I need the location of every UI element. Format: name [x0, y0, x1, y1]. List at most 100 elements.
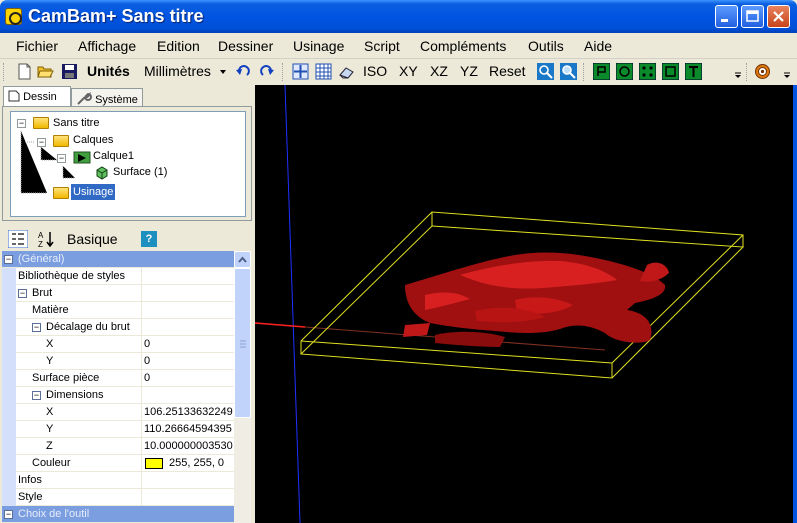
- collapse-toggle-icon[interactable]: −: [17, 119, 26, 128]
- property-row[interactable]: Infos: [2, 472, 234, 489]
- menu-script[interactable]: Script: [364, 38, 400, 54]
- page-icon: [8, 90, 20, 102]
- property-value[interactable]: 0: [144, 355, 234, 367]
- tree-node-surface[interactable]: Surface (1): [113, 164, 167, 180]
- property-name: Y: [46, 355, 54, 367]
- property-value[interactable]: 106.25133632249: [144, 406, 234, 418]
- tree-node-usinage[interactable]: Usinage: [71, 184, 116, 200]
- undo-icon[interactable]: [235, 63, 252, 80]
- collapse-toggle-icon[interactable]: −: [32, 391, 41, 400]
- folder-icon: [53, 135, 69, 147]
- scroll-up-button[interactable]: [234, 251, 251, 268]
- toolbar-grip[interactable]: [746, 63, 749, 81]
- units-select[interactable]: Millimètres: [144, 63, 211, 79]
- save-icon[interactable]: [61, 63, 78, 80]
- property-row[interactable]: − Brut: [2, 285, 234, 302]
- property-value[interactable]: 0: [144, 338, 234, 350]
- category-tool-choice[interactable]: − Choix de l'outil: [2, 506, 234, 523]
- zoom-fit-icon[interactable]: [537, 63, 554, 80]
- text-icon[interactable]: [685, 63, 702, 80]
- points-icon[interactable]: [639, 63, 656, 80]
- view-xy-button[interactable]: XY: [399, 63, 418, 79]
- open-folder-icon[interactable]: [37, 63, 54, 80]
- toolbar-overflow-icon[interactable]: [733, 63, 743, 80]
- basic-view-button[interactable]: Basique: [67, 231, 118, 247]
- menu-affichage[interactable]: Affichage: [78, 38, 136, 54]
- category-general[interactable]: − (Général): [2, 251, 234, 268]
- main-toolbar: Unités Millimètres ISO XY XZ YZ Reset: [0, 59, 797, 85]
- machining-target-icon[interactable]: [754, 63, 771, 80]
- property-value[interactable]: 10.000000003530: [144, 440, 234, 452]
- property-row[interactable]: Y 110.26664594395: [2, 421, 234, 438]
- collapse-toggle-icon[interactable]: −: [4, 510, 13, 519]
- folder-icon: [53, 187, 69, 199]
- property-row[interactable]: Surface pièce 0: [2, 370, 234, 387]
- collapse-toggle-icon[interactable]: −: [4, 255, 13, 264]
- property-value[interactable]: 110.26664594395: [144, 423, 234, 435]
- eraser-icon[interactable]: [338, 63, 355, 80]
- property-row[interactable]: Matière: [2, 302, 234, 319]
- property-row[interactable]: − Dimensions: [2, 387, 234, 404]
- new-file-icon[interactable]: [16, 63, 33, 80]
- redo-icon[interactable]: [258, 63, 275, 80]
- view-reset-button[interactable]: Reset: [489, 63, 526, 79]
- window-title: CamBam+ Sans titre: [28, 6, 204, 26]
- property-row[interactable]: Style: [2, 489, 234, 506]
- tab-dessin[interactable]: Dessin: [3, 86, 71, 106]
- tab-dessin-label: Dessin: [23, 91, 57, 103]
- property-row[interactable]: X 0: [2, 336, 234, 353]
- minimize-button[interactable]: [715, 5, 738, 28]
- collapse-toggle-icon[interactable]: −: [18, 289, 27, 298]
- property-row[interactable]: Y 0: [2, 353, 234, 370]
- collapse-toggle-icon[interactable]: −: [57, 154, 66, 163]
- tree-node-calques[interactable]: Calques: [73, 132, 113, 148]
- toolbar-grip[interactable]: [282, 63, 285, 81]
- toolbar-overflow-icon[interactable]: [782, 63, 792, 80]
- property-value[interactable]: 0: [144, 372, 234, 384]
- property-row[interactable]: X 106.25133632249: [2, 404, 234, 421]
- rectangle-icon[interactable]: [662, 63, 679, 80]
- menu-dessiner[interactable]: Dessiner: [218, 38, 273, 54]
- property-row[interactable]: Bibliothèque de styles: [2, 268, 234, 285]
- zoom-icon[interactable]: [560, 63, 577, 80]
- collapse-toggle-icon[interactable]: −: [37, 138, 46, 147]
- 3d-viewport[interactable]: [255, 85, 793, 523]
- tree-node-sans-titre[interactable]: Sans titre: [53, 115, 99, 131]
- grip-lines-icon: [240, 340, 246, 348]
- cambam-app-icon[interactable]: [5, 8, 22, 25]
- maximize-button[interactable]: [741, 5, 764, 28]
- view-iso-button[interactable]: ISO: [363, 63, 387, 79]
- scroll-thumb[interactable]: [234, 268, 251, 418]
- help-button[interactable]: ?: [141, 231, 157, 247]
- folder-icon: [33, 117, 49, 129]
- property-row[interactable]: Z 10.000000003530: [2, 438, 234, 455]
- property-name: Décalage du brut: [46, 321, 130, 333]
- view-yz-button[interactable]: YZ: [460, 63, 478, 79]
- property-row[interactable]: Couleur 255, 255, 0: [2, 455, 234, 472]
- property-row[interactable]: − Décalage du brut: [2, 319, 234, 336]
- property-value[interactable]: 255, 255, 0: [169, 457, 233, 469]
- toolbar-grip[interactable]: [3, 63, 6, 81]
- property-grid-scrollbar[interactable]: [234, 251, 251, 523]
- snap-origin-icon[interactable]: [292, 63, 309, 80]
- grid-icon[interactable]: [315, 63, 332, 80]
- tab-systeme[interactable]: Système: [71, 88, 143, 106]
- view-xz-button[interactable]: XZ: [430, 63, 448, 79]
- property-name: Bibliothèque de styles: [18, 270, 126, 282]
- categorized-view-icon[interactable]: [8, 230, 28, 248]
- menu-usinage[interactable]: Usinage: [293, 38, 344, 54]
- circle-icon[interactable]: [616, 63, 633, 80]
- menu-outils[interactable]: Outils: [528, 38, 564, 54]
- polyline-icon[interactable]: [593, 63, 610, 80]
- menu-aide[interactable]: Aide: [584, 38, 612, 54]
- menu-fichier[interactable]: Fichier: [16, 38, 58, 54]
- collapse-toggle-icon[interactable]: −: [32, 323, 41, 332]
- sort-alphabetical-icon[interactable]: AZ: [37, 230, 57, 248]
- toolbar-grip[interactable]: [583, 63, 586, 81]
- menu-edition[interactable]: Edition: [157, 38, 200, 54]
- tree-node-calque1[interactable]: Calque1: [93, 148, 134, 164]
- menu-complements[interactable]: Compléments: [420, 38, 506, 54]
- units-dropdown-arrow-icon[interactable]: [218, 63, 228, 80]
- units-label: Unités: [87, 63, 130, 79]
- close-button[interactable]: [767, 5, 790, 28]
